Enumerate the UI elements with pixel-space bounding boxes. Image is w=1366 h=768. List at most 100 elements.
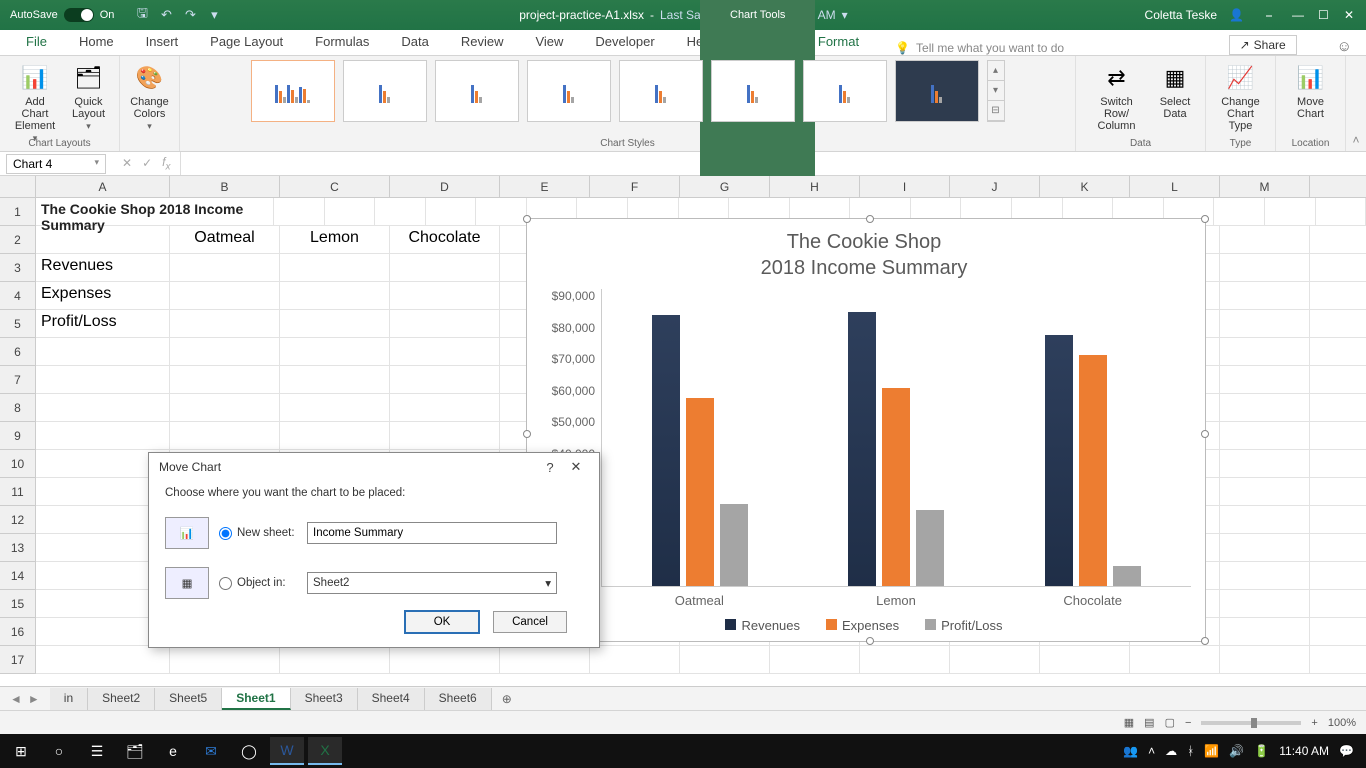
- cell[interactable]: Lemon: [280, 226, 390, 253]
- tab-file[interactable]: File: [10, 30, 63, 55]
- cell[interactable]: Expenses: [36, 282, 170, 309]
- move-chart-button[interactable]: 📊Move Chart: [1286, 60, 1335, 122]
- cell[interactable]: [36, 338, 170, 365]
- save-icon[interactable]: 🖫: [134, 7, 150, 23]
- tray-battery-icon[interactable]: 🔋: [1254, 744, 1269, 758]
- edge-icon[interactable]: e: [156, 737, 190, 765]
- chart-styles-gallery[interactable]: ▴▾⊟: [251, 60, 1005, 149]
- tray-volume-icon[interactable]: 🔊: [1229, 744, 1244, 758]
- tray-wifi-icon[interactable]: 📶: [1204, 744, 1219, 758]
- cell[interactable]: Revenues: [36, 254, 170, 281]
- tray-up-icon[interactable]: ˄: [1148, 744, 1155, 758]
- row-header-8[interactable]: 8: [0, 394, 35, 422]
- sheet-tab-Sheet2[interactable]: Sheet2: [88, 688, 155, 710]
- bar-Revenues-Oatmeal[interactable]: [652, 315, 680, 586]
- row-header-1[interactable]: 1: [0, 198, 35, 226]
- cell[interactable]: [390, 254, 500, 281]
- redo-icon[interactable]: ↷: [182, 7, 198, 23]
- col-header-B[interactable]: B: [170, 176, 280, 197]
- cell[interactable]: [280, 394, 390, 421]
- tray-onedrive-icon[interactable]: ☁: [1165, 744, 1177, 758]
- close-icon[interactable]: ✕: [1344, 8, 1356, 23]
- sheet-nav[interactable]: ◄►: [0, 692, 50, 706]
- col-header-H[interactable]: H: [770, 176, 860, 197]
- cell[interactable]: [1220, 338, 1310, 365]
- chart-style-3[interactable]: [435, 60, 519, 122]
- chart-plot-area[interactable]: $90,000$80,000$70,000$60,000$50,000$40,0…: [537, 289, 1191, 587]
- chart-styles-more[interactable]: ▴▾⊟: [987, 60, 1005, 122]
- cell[interactable]: [860, 646, 950, 673]
- object-in-select[interactable]: Sheet2▾: [307, 572, 557, 594]
- tray-bluetooth-icon[interactable]: ᚼ: [1187, 744, 1194, 758]
- sheet-tab-Sheet4[interactable]: Sheet4: [358, 688, 425, 710]
- cell[interactable]: [170, 366, 280, 393]
- chart-style-4[interactable]: [527, 60, 611, 122]
- tab-data[interactable]: Data: [385, 30, 444, 55]
- bar-Expenses-Chocolate[interactable]: [1079, 355, 1107, 586]
- cell[interactable]: [1220, 478, 1310, 505]
- new-sheet-button[interactable]: ⊕: [492, 692, 522, 706]
- cell[interactable]: [1220, 450, 1310, 477]
- cell[interactable]: [36, 394, 170, 421]
- col-header-F[interactable]: F: [590, 176, 680, 197]
- col-header-E[interactable]: E: [500, 176, 590, 197]
- row-header-9[interactable]: 9: [0, 422, 35, 450]
- start-button[interactable]: ⊞: [4, 737, 38, 765]
- cell[interactable]: [1220, 394, 1310, 421]
- row-header-15[interactable]: 15: [0, 590, 35, 618]
- zoom-out-icon[interactable]: −: [1185, 717, 1191, 729]
- cancel-button[interactable]: Cancel: [493, 611, 567, 633]
- row-header-2[interactable]: 2: [0, 226, 35, 254]
- cell[interactable]: [1214, 198, 1265, 225]
- cell[interactable]: [170, 310, 280, 337]
- cell[interactable]: [280, 366, 390, 393]
- cell[interactable]: [280, 254, 390, 281]
- cell[interactable]: [280, 282, 390, 309]
- cell[interactable]: [680, 646, 770, 673]
- cell[interactable]: [390, 422, 500, 449]
- cell[interactable]: [170, 338, 280, 365]
- cell[interactable]: [280, 646, 390, 673]
- chart-style-5[interactable]: [619, 60, 703, 122]
- zoom-slider[interactable]: [1201, 721, 1301, 725]
- cell[interactable]: [1040, 646, 1130, 673]
- row-header-16[interactable]: 16: [0, 618, 35, 646]
- change-colors-button[interactable]: 🎨Change Colors: [126, 60, 173, 134]
- dialog-close-icon[interactable]: ✕: [563, 459, 589, 475]
- bar-Expenses-Lemon[interactable]: [882, 388, 910, 586]
- cell[interactable]: [1220, 310, 1310, 337]
- add-chart-element-button[interactable]: 📊Add Chart Element: [10, 60, 60, 146]
- qat-more-icon[interactable]: ▾: [206, 7, 222, 23]
- col-header-A[interactable]: A: [36, 176, 170, 197]
- change-chart-type-button[interactable]: 📈Change Chart Type: [1216, 60, 1265, 134]
- col-header-I[interactable]: I: [860, 176, 950, 197]
- minimize-icon[interactable]: —: [1292, 8, 1304, 23]
- cell[interactable]: [390, 310, 500, 337]
- view-normal-icon[interactable]: ▦: [1124, 716, 1134, 729]
- row-header-13[interactable]: 13: [0, 534, 35, 562]
- cell[interactable]: [1220, 562, 1310, 589]
- col-header-D[interactable]: D: [390, 176, 500, 197]
- cell[interactable]: [170, 394, 280, 421]
- cell[interactable]: [390, 646, 500, 673]
- user-name[interactable]: Coletta Teske: [1145, 8, 1218, 22]
- col-header-L[interactable]: L: [1130, 176, 1220, 197]
- sheet-tab-in[interactable]: in: [50, 688, 88, 710]
- view-page-layout-icon[interactable]: ▤: [1144, 716, 1154, 729]
- sheet-tab-Sheet3[interactable]: Sheet3: [291, 688, 358, 710]
- ok-button[interactable]: OK: [405, 611, 479, 633]
- cancel-formula-icon[interactable]: ✕: [122, 156, 132, 170]
- ribbon-options-icon[interactable]: ⎯: [1266, 8, 1278, 23]
- select-data-button[interactable]: ▦Select Data: [1155, 60, 1195, 122]
- row-header-3[interactable]: 3: [0, 254, 35, 282]
- cell[interactable]: [280, 310, 390, 337]
- chart-style-2[interactable]: [343, 60, 427, 122]
- cell[interactable]: [390, 282, 500, 309]
- cell[interactable]: [1220, 590, 1310, 617]
- tab-page-layout[interactable]: Page Layout: [194, 30, 299, 55]
- cell[interactable]: [280, 338, 390, 365]
- user-avatar-icon[interactable]: 👤: [1229, 8, 1244, 22]
- tab-review[interactable]: Review: [445, 30, 520, 55]
- col-header-C[interactable]: C: [280, 176, 390, 197]
- cell[interactable]: [170, 422, 280, 449]
